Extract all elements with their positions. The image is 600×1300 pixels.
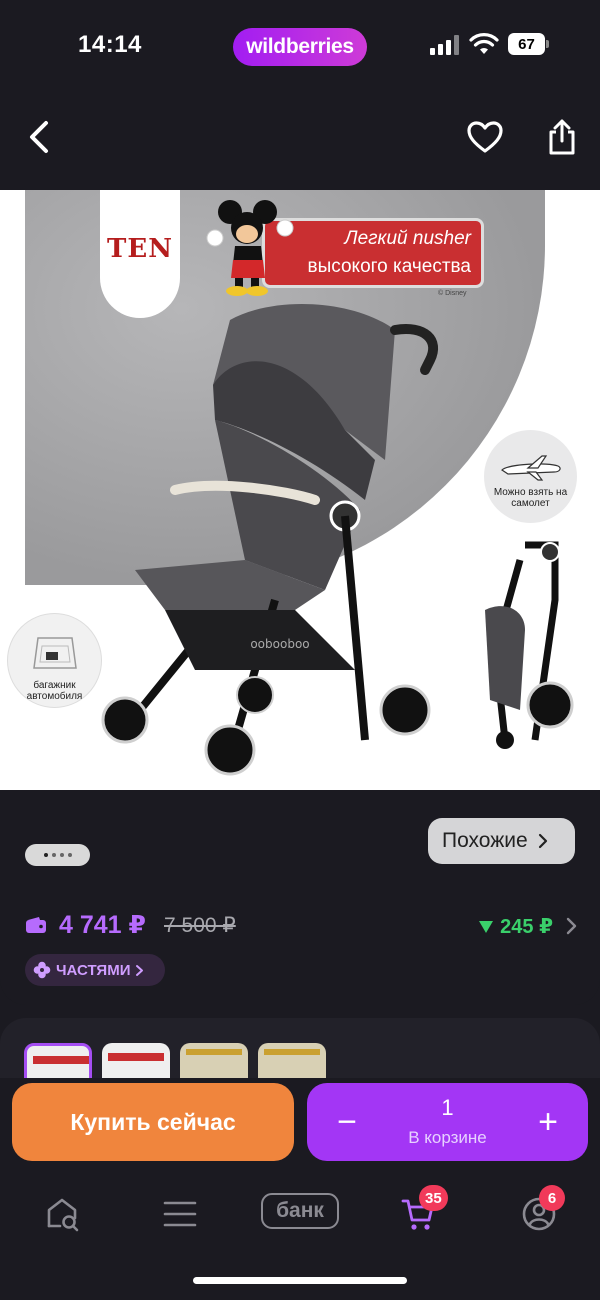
status-time: 14:14 xyxy=(78,31,142,58)
promo-banner: Легкий nusher высокого качества xyxy=(262,218,484,288)
thumbnail[interactable] xyxy=(24,1043,92,1078)
tab-catalog[interactable] xyxy=(155,1193,205,1235)
airplane-icon xyxy=(501,455,561,481)
promo-banner-line2: высокого качества xyxy=(307,256,471,277)
installments-button[interactable]: ЧАСТЯМИ xyxy=(25,954,165,986)
profile-badge: 6 xyxy=(539,1185,565,1211)
chevron-right-icon xyxy=(136,964,144,976)
share-button[interactable] xyxy=(537,112,587,162)
action-bar: Купить сейчас − 1 В корзине + xyxy=(0,1078,600,1173)
cashback-value: 245 ₽ xyxy=(500,916,553,938)
thumbnail[interactable] xyxy=(180,1043,248,1078)
wifi-icon xyxy=(469,33,499,54)
trunk-badge: багажник автомобиля xyxy=(7,613,102,708)
svg-text:oobooboo: oobooboo xyxy=(250,637,309,651)
car-trunk-icon xyxy=(33,637,77,669)
share-icon xyxy=(549,119,575,155)
buy-now-button[interactable]: Купить сейчас xyxy=(12,1083,294,1161)
airplane-badge-text: Можно взять на самолет xyxy=(493,487,568,509)
product-info: Похожие 4 741 ₽ 7 500 ₽ 245 ₽ ЧАСТЯМИ xyxy=(0,790,600,1005)
price-row: 4 741 ₽ 7 500 ₽ 245 ₽ xyxy=(25,910,577,944)
thumbnail[interactable] xyxy=(258,1043,326,1078)
promo-banner-line1: Легкий nusher xyxy=(344,228,471,249)
thumbnail-strip xyxy=(0,1018,600,1078)
home-indicator xyxy=(193,1277,407,1284)
back-chevron-icon xyxy=(30,121,48,153)
favorite-button[interactable] xyxy=(460,112,510,162)
price-current: 4 741 ₽ xyxy=(59,911,146,939)
trunk-badge-text: багажник автомобиля xyxy=(26,680,83,702)
carousel-dot xyxy=(67,853,72,857)
carousel-dot xyxy=(43,853,48,857)
chevron-right-icon[interactable] xyxy=(565,917,577,935)
carousel-dot xyxy=(59,853,64,857)
tab-home[interactable] xyxy=(37,1193,87,1235)
nav-bar xyxy=(0,90,600,190)
home-search-icon xyxy=(47,1198,79,1232)
product-image[interactable]: TEN Легкий nusher высокого качества © Di… xyxy=(0,190,600,790)
installments-label: ЧАСТЯМИ xyxy=(56,961,131,979)
carousel-dot xyxy=(51,853,56,857)
mickey-mouse-image xyxy=(206,200,294,296)
product-page: 14:14 wildberries 67 TEN Легкий nusher в… xyxy=(0,0,600,1300)
folded-stroller-image xyxy=(485,541,574,749)
similar-button-label: Похожие xyxy=(442,829,528,852)
menu-icon xyxy=(163,1201,197,1227)
increase-quantity-button[interactable]: + xyxy=(528,1102,568,1142)
signal-icon xyxy=(430,35,460,55)
similar-button[interactable]: Похожие xyxy=(428,818,575,864)
chevron-right-icon xyxy=(538,833,547,849)
cashback[interactable]: 245 ₽ xyxy=(478,914,553,939)
stroller-image: oobooboo xyxy=(101,303,439,776)
brand-pill[interactable]: wildberries xyxy=(233,28,367,66)
heart-icon xyxy=(467,121,503,153)
battery-icon: 67 xyxy=(508,33,550,55)
thumbnail[interactable] xyxy=(102,1043,170,1078)
cart-quantity-stepper: − 1 В корзине + xyxy=(307,1083,588,1161)
carousel-indicator[interactable] xyxy=(25,844,90,866)
cart-badge: 35 xyxy=(419,1185,448,1211)
triangle-down-icon xyxy=(479,920,494,933)
wallet-icon xyxy=(26,917,46,933)
status-bar: 14:14 wildberries 67 xyxy=(0,0,600,90)
battery-level: 67 xyxy=(508,33,545,55)
back-button[interactable] xyxy=(14,112,64,162)
price-old: 7 500 ₽ xyxy=(164,914,236,937)
tab-bar: банк 35 6 xyxy=(0,1173,600,1300)
tab-bank[interactable]: банк xyxy=(261,1193,339,1229)
installments-icon xyxy=(33,961,51,979)
airplane-badge: Можно взять на самолет xyxy=(484,430,577,523)
